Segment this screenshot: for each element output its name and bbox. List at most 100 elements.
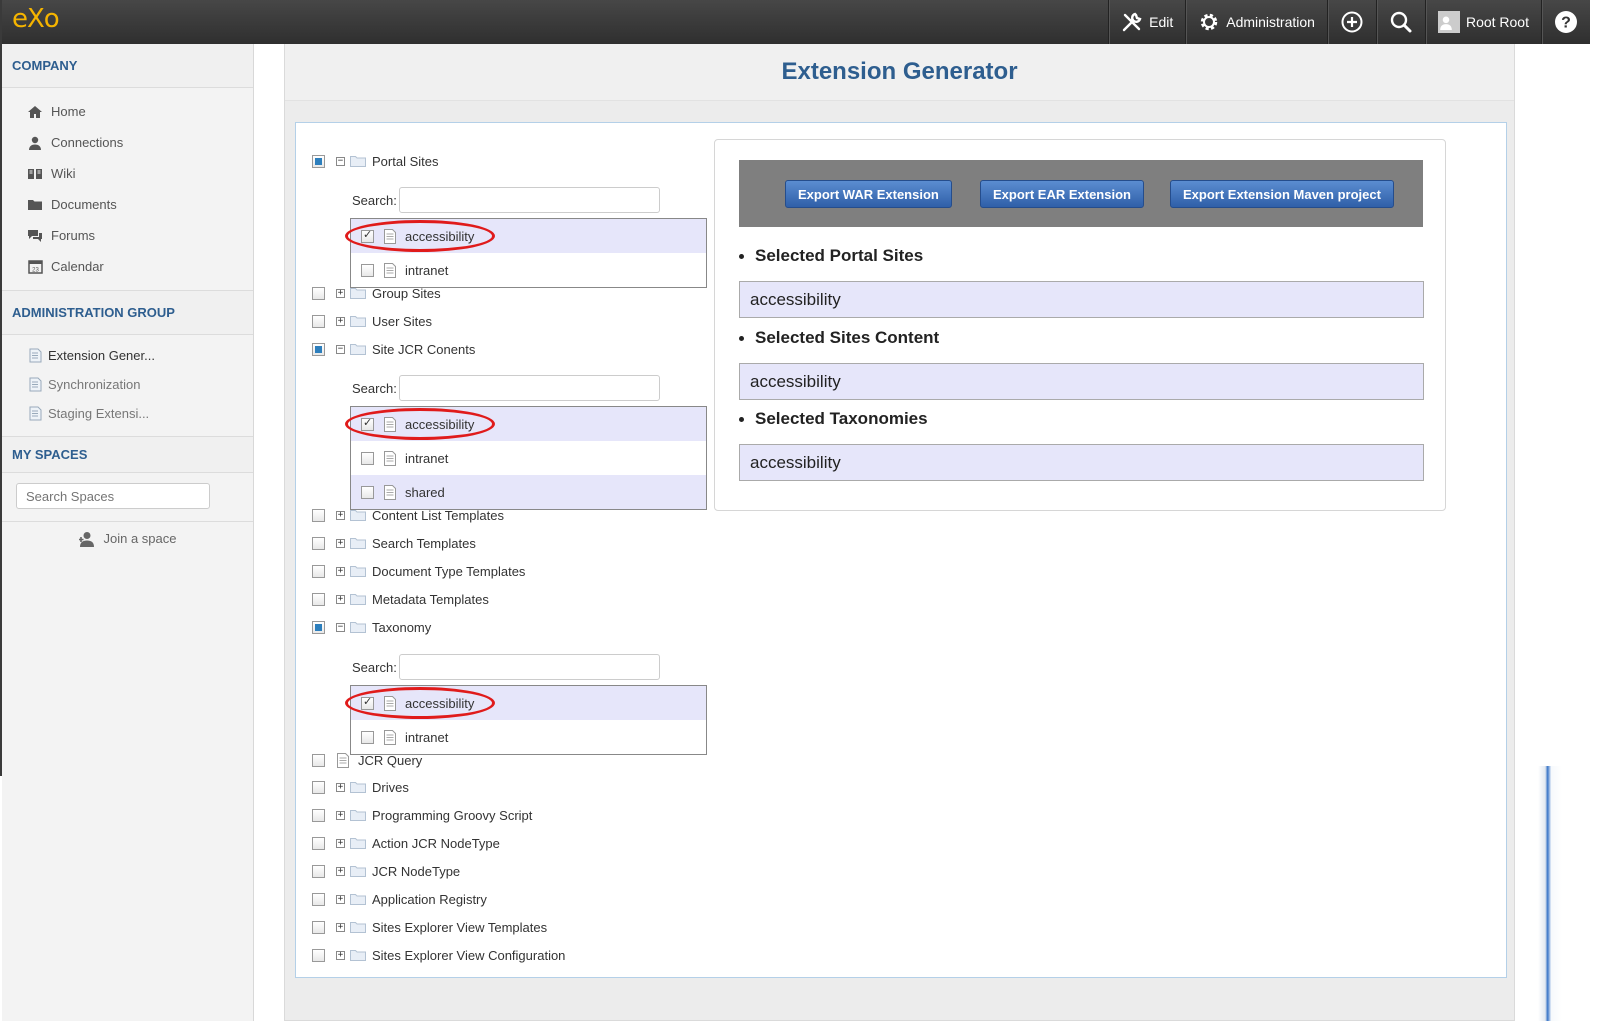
expand-icon[interactable]: + bbox=[336, 566, 345, 576]
collapse-icon[interactable]: − bbox=[336, 344, 345, 354]
tree-node-drives[interactable]: + Drives bbox=[312, 777, 409, 797]
tree-checkbox[interactable] bbox=[312, 836, 325, 850]
tree-checkbox[interactable] bbox=[312, 342, 325, 356]
add-button[interactable] bbox=[1326, 0, 1376, 44]
tree-checkbox[interactable] bbox=[312, 808, 325, 822]
sidebar-item-wiki[interactable]: Wiki bbox=[2, 158, 253, 189]
tree-checkbox[interactable] bbox=[312, 864, 325, 878]
folder-icon bbox=[350, 782, 366, 793]
sidebar-item-connections[interactable]: Connections bbox=[2, 127, 253, 158]
sidebar-item-synchronization[interactable]: Synchronization bbox=[2, 370, 253, 399]
tree-checkbox[interactable] bbox=[312, 780, 325, 794]
edit-menu[interactable]: Edit bbox=[1108, 0, 1185, 44]
tree-node-label: Sites Explorer View Templates bbox=[372, 919, 548, 935]
sidebar-item-forums[interactable]: Forums bbox=[2, 220, 253, 251]
svg-text:?: ? bbox=[1561, 15, 1571, 32]
list-item[interactable]: accessibility bbox=[345, 219, 706, 253]
tree-checkbox[interactable] bbox=[312, 508, 325, 522]
tree-node-document-type-templates[interactable]: + Document Type Templates bbox=[312, 561, 525, 581]
item-checkbox[interactable] bbox=[361, 416, 374, 431]
tree-checkbox[interactable] bbox=[312, 314, 325, 328]
taxonomy-search-input[interactable] bbox=[398, 654, 660, 680]
expand-icon[interactable]: + bbox=[336, 838, 345, 848]
collapse-icon[interactable]: − bbox=[336, 622, 345, 632]
portal-sites-search-input[interactable] bbox=[398, 187, 660, 213]
section-title-text: Selected Sites Content bbox=[755, 328, 940, 347]
tree-node-metadata-templates[interactable]: + Metadata Templates bbox=[312, 589, 489, 609]
taxonomy-children: accessibility intranet bbox=[345, 685, 707, 755]
tree-node-jcr-nodetype[interactable]: + JCR NodeType bbox=[312, 861, 460, 881]
item-checkbox[interactable] bbox=[361, 263, 374, 277]
sidebar-item-extension-generator[interactable]: Extension Gener... bbox=[2, 341, 253, 370]
tree-node-group-sites[interactable]: + Group Sites bbox=[312, 283, 441, 303]
expand-icon[interactable]: + bbox=[336, 510, 345, 520]
tree-checkbox[interactable] bbox=[312, 948, 325, 962]
sidebar-item-home[interactable]: Home bbox=[2, 96, 253, 127]
tree-checkbox[interactable] bbox=[312, 892, 325, 906]
list-item[interactable]: intranet bbox=[351, 441, 706, 475]
sidebar-item-label: Home bbox=[51, 104, 86, 119]
page-icon bbox=[26, 406, 44, 421]
tree-checkbox[interactable] bbox=[312, 920, 325, 934]
tree-node-application-registry[interactable]: + Application Registry bbox=[312, 889, 487, 909]
expand-icon[interactable]: + bbox=[336, 922, 345, 932]
search-spaces-input[interactable] bbox=[16, 483, 210, 509]
item-checkbox[interactable] bbox=[361, 451, 374, 465]
tree-checkbox[interactable] bbox=[312, 620, 325, 634]
exo-logo[interactable]: eXo bbox=[12, 4, 60, 34]
expand-icon[interactable]: + bbox=[336, 594, 345, 604]
export-maven-project-button[interactable]: Export Extension Maven project bbox=[1170, 180, 1394, 208]
tree-node-content-list-templates[interactable]: + Content List Templates bbox=[312, 505, 504, 525]
sidebar-item-calendar[interactable]: 23 Calendar bbox=[2, 251, 253, 282]
item-checkbox[interactable] bbox=[361, 485, 374, 499]
item-checkbox[interactable] bbox=[361, 228, 374, 243]
user-menu[interactable]: Root Root bbox=[1424, 0, 1541, 44]
sidebar-item-staging-extension[interactable]: Staging Extensi... bbox=[2, 399, 253, 428]
help-button[interactable]: ? bbox=[1541, 0, 1590, 44]
join-space-button[interactable]: Join a space bbox=[2, 522, 253, 555]
item-checkbox[interactable] bbox=[361, 695, 374, 710]
expand-icon[interactable]: + bbox=[336, 538, 345, 548]
tree-checkbox[interactable] bbox=[312, 753, 325, 767]
tree-node-search-templates[interactable]: + Search Templates bbox=[312, 533, 476, 553]
sidebar-item-label: Forums bbox=[51, 228, 96, 243]
tree-node-sites-explorer-view-templates[interactable]: + Sites Explorer View Templates bbox=[312, 917, 547, 937]
tree-node-jcr-query[interactable]: JCR Query bbox=[312, 750, 422, 770]
extension-generator-form: − Portal Sites Search: accessibility bbox=[295, 122, 1507, 978]
administration-menu[interactable]: Administration bbox=[1185, 0, 1327, 44]
tree-node-portal-sites[interactable]: − Portal Sites bbox=[312, 151, 438, 171]
expand-icon[interactable]: + bbox=[336, 894, 345, 904]
expand-icon[interactable]: + bbox=[336, 782, 345, 792]
folder-icon bbox=[350, 866, 366, 877]
tree-node-action-jcr-nodetype[interactable]: + Action JCR NodeType bbox=[312, 833, 500, 853]
list-item[interactable]: accessibility bbox=[345, 686, 706, 720]
expand-icon[interactable]: + bbox=[336, 810, 345, 820]
tree-checkbox[interactable] bbox=[312, 536, 325, 550]
tree-checkbox[interactable] bbox=[312, 154, 325, 168]
sidebar-item-documents[interactable]: Documents bbox=[2, 189, 253, 220]
tree-checkbox[interactable] bbox=[312, 592, 325, 606]
tree-node-site-jcr-contents[interactable]: − Site JCR Conents bbox=[312, 339, 475, 359]
document-icon bbox=[384, 262, 396, 278]
search-button[interactable] bbox=[1375, 0, 1425, 44]
expand-icon[interactable]: + bbox=[336, 866, 345, 876]
tree-node-programming-groovy-script[interactable]: + Programming Groovy Script bbox=[312, 805, 532, 825]
tree-node-sites-explorer-view-configuration[interactable]: + Sites Explorer View Configuration bbox=[312, 945, 565, 965]
expand-icon[interactable]: + bbox=[336, 950, 345, 960]
wrench-icon bbox=[1122, 12, 1142, 32]
tree-checkbox[interactable] bbox=[312, 286, 325, 300]
tree-checkbox[interactable] bbox=[312, 564, 325, 578]
item-checkbox[interactable] bbox=[361, 730, 374, 744]
site-jcr-search-input[interactable] bbox=[398, 375, 660, 401]
expand-icon[interactable]: + bbox=[336, 288, 345, 298]
collapse-icon[interactable]: − bbox=[336, 156, 345, 166]
export-war-button[interactable]: Export WAR Extension bbox=[785, 180, 952, 208]
list-item[interactable]: intranet bbox=[351, 253, 706, 287]
list-item[interactable]: accessibility bbox=[345, 407, 706, 441]
list-item[interactable]: intranet bbox=[351, 720, 706, 754]
export-ear-button[interactable]: Export EAR Extension bbox=[980, 180, 1144, 208]
list-item[interactable]: shared bbox=[351, 475, 706, 509]
tree-node-taxonomy[interactable]: − Taxonomy bbox=[312, 617, 431, 637]
tree-node-user-sites[interactable]: + User Sites bbox=[312, 311, 432, 331]
expand-icon[interactable]: + bbox=[336, 316, 345, 326]
